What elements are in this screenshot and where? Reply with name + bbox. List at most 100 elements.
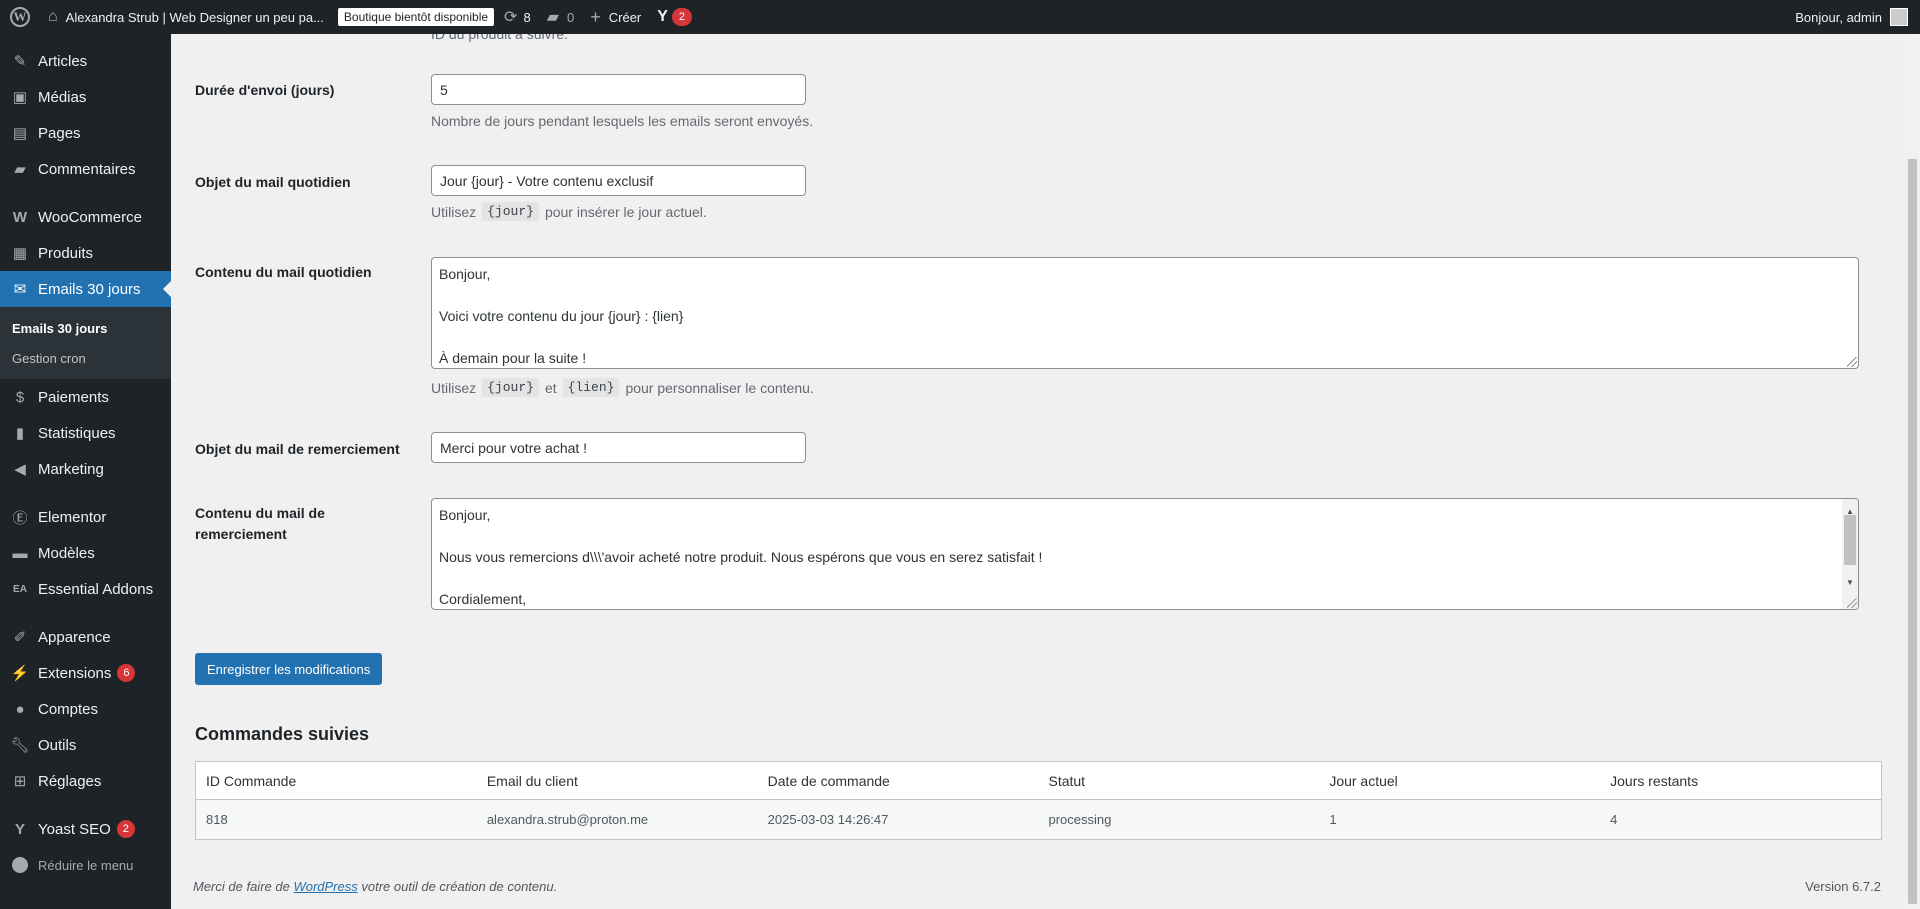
menu-label: Essential Addons [38,580,154,598]
pages-icon: ▤ [12,125,28,142]
yoast-menu[interactable]: Y 2 [649,0,700,34]
save-button[interactable]: Enregistrer les modifications [195,653,383,685]
textarea-line: Bonjour, [439,266,491,282]
table-cell: 1 [1329,812,1337,827]
daily-content-label: Contenu du mail quotidien [195,264,372,280]
table-header: ID Commande Email du client Date de comm… [196,762,1881,800]
my-account-menu[interactable]: Bonjour, admin [1795,0,1908,34]
menu-statistiques[interactable]: ▮ Statistiques [0,415,171,451]
textarea-blank-line [439,285,1851,306]
menu-reglages[interactable]: ⊞ Réglages [0,763,171,799]
menu-emails-30-jours[interactable]: ✉ Emails 30 jours [0,271,171,307]
submenu-item-gestion-cron[interactable]: Gestion cron [0,343,171,373]
menu-extensions[interactable]: ⚡ Extensions 6 [0,655,171,691]
textarea-blank-line [439,327,1851,348]
new-label: Créer [608,9,642,25]
site-title: Alexandra Strub | Web Designer un peu pa… [65,9,324,25]
column-header: ID Commande [206,772,297,789]
yoast-icon: Y [657,8,668,25]
menu-apparence[interactable]: ✐ Apparence [0,619,171,655]
menu-commentaires[interactable]: ▰ Commentaires [0,151,171,187]
menu-pages[interactable]: ▤ Pages [0,115,171,151]
page-scrollbar[interactable] [1905,34,1920,909]
column-header: Jours restants [1610,772,1699,789]
textarea-line: Cordialement, [439,591,527,607]
table-cell: 4 [1610,812,1618,827]
daily-subject-value: Jour {jour} - Votre contenu exclusif [440,172,654,189]
page-scrollbar-thumb[interactable] [1908,159,1917,904]
stats-icon: ▮ [15,425,25,442]
wordpress-link[interactable]: WordPress [293,879,357,894]
textarea-scrollbar[interactable]: ▲ ▼ [1842,499,1858,609]
plus-icon: + [590,6,601,27]
menu-paiements[interactable]: $ Paiements [0,379,171,415]
greeting: Bonjour, admin [1795,9,1882,25]
table-cell: processing [1048,812,1112,827]
collapse-label: Réduire le menu [38,857,134,873]
avatar [1890,8,1908,26]
scroll-down-icon[interactable]: ▼ [1846,572,1854,593]
submenu-item-emails-30-jours[interactable]: Emails 30 jours [0,313,171,343]
daily-subject-description: Utilisez {jour} pour insérer le jour act… [431,202,707,221]
thanks-subject-value: Merci pour votre achat ! [440,439,588,456]
menu-label: Extensions [38,664,112,682]
daily-content-description: Utilisez {jour} et {lien} pour personnal… [431,378,814,397]
main-content: ID du produit à suivre. Durée d'envoi (j… [171,34,1905,909]
daily-subject-input[interactable]: Jour {jour} - Votre contenu exclusif [431,165,806,196]
resize-grip-icon[interactable] [1847,357,1857,367]
menu-woocommerce[interactable]: W WooCommerce [0,199,171,235]
thanks-content-textarea[interactable]: Bonjour, Nous vous remercions d\\\'avoir… [431,498,1859,610]
menu-comptes[interactable]: ● Comptes [0,691,171,727]
submenu-emails: Emails 30 jours Gestion cron [0,307,171,379]
comments-menu[interactable]: ▰ 0 [539,0,583,34]
menu-outils[interactable]: 🔧︎ Outils [0,727,171,763]
comment-icon: ▰ [546,9,559,26]
menu-articles[interactable]: ✎ Articles [0,43,171,79]
code-jour: {jour} [482,378,539,397]
settings-icon: ⊞ [13,773,27,790]
textarea-blank-line [439,568,1851,589]
wordpress-logo-menu[interactable]: W [0,0,40,34]
menu-label: Paiements [38,388,109,406]
site-name-menu[interactable]: ⌂ Alexandra Strub | Web Designer un peu … [40,0,332,34]
menu-marketing[interactable]: ◀ Marketing [0,451,171,487]
home-icon: ⌂ [48,8,58,25]
duration-value: 5 [440,81,448,98]
resize-grip-icon[interactable] [1847,598,1857,608]
table-cell: 818 [206,812,228,827]
menu-label: WooCommerce [38,208,142,226]
menu-label: Pages [38,124,81,142]
code-jour: {jour} [482,202,539,221]
menu-medias[interactable]: ▣ Médias [0,79,171,115]
column-header: Jour actuel [1329,772,1398,789]
textarea-blank-line [439,526,1851,547]
yoast-badge: 2 [671,8,692,26]
shop-status-badge[interactable]: Boutique bientôt disponible [332,0,496,34]
updates-menu[interactable]: ⟳ 8 [496,0,539,34]
daily-content-textarea[interactable]: Bonjour, Voici votre contenu du jour {jo… [431,257,1859,369]
menu-elementor[interactable]: Ⓔ Elementor [0,499,171,535]
admin-menu: ✎ Articles ▣ Médias ▤ Pages ▰ Commentair… [0,34,171,909]
updates-icon: ⟳ [504,9,518,26]
collapse-icon [10,855,30,875]
menu-modeles[interactable]: ▬ Modèles [0,535,171,571]
table-cell: alexandra.strub@proton.me [486,812,649,827]
new-content-menu[interactable]: + Créer [582,0,649,34]
menu-label: Marketing [38,460,104,478]
collapse-menu-button[interactable]: Réduire le menu [0,847,171,883]
products-icon: ▦ [12,245,28,262]
thanks-subject-input[interactable]: Merci pour votre achat ! [431,432,806,463]
menu-yoast-seo[interactable]: Y Yoast SEO 2 [0,811,171,847]
duration-input[interactable]: 5 [431,74,806,105]
scrollbar-thumb[interactable] [1844,515,1856,565]
updates-count: 8 [523,9,531,25]
duration-label: Durée d'envoi (jours) [195,82,335,98]
menu-label: Médias [38,88,87,106]
yoast-badge: 2 [116,820,135,838]
menu-essential-addons[interactable]: EA Essential Addons [0,571,171,607]
menu-label: Elementor [38,508,107,526]
column-header: Statut [1048,772,1086,789]
menu-produits[interactable]: ▦ Produits [0,235,171,271]
media-icon: ▣ [12,89,28,106]
footer-thankyou: Merci de faire de WordPress votre outil … [193,879,558,894]
